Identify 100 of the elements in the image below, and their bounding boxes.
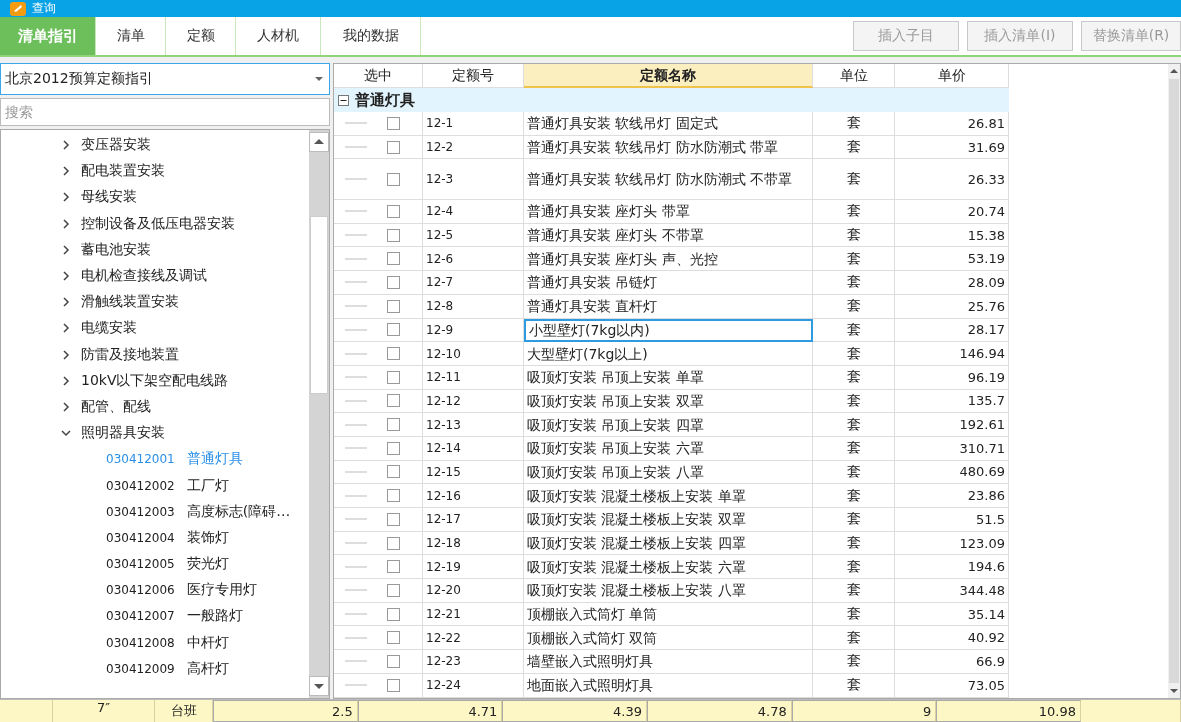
- library-dropdown[interactable]: 北京2012预算定额指引: [0, 63, 330, 95]
- checkbox[interactable]: [387, 512, 400, 526]
- tree-item[interactable]: 030412002 工厂灯: [1, 472, 309, 499]
- checkbox[interactable]: [387, 418, 400, 432]
- checkbox[interactable]: [387, 654, 400, 668]
- table-cell: 顶棚嵌入式筒灯 单筒: [524, 602, 813, 627]
- table-cell: 51.5: [895, 508, 1009, 532]
- checkbox[interactable]: [387, 116, 400, 130]
- group-row[interactable]: 普通灯具: [334, 88, 1009, 112]
- tree-line: [345, 470, 367, 473]
- checkbox[interactable]: [387, 323, 400, 337]
- scroll-down-icon[interactable]: [1169, 686, 1179, 696]
- checkbox[interactable]: [387, 631, 400, 645]
- checkbox[interactable]: [387, 560, 400, 574]
- chevron-right-icon: [61, 375, 71, 386]
- tree-label: 防雷及接地装置: [81, 345, 179, 364]
- table-cell: 12-18: [423, 531, 524, 556]
- tree-item[interactable]: 母线安装: [1, 184, 309, 211]
- table-cell: 28.17: [895, 318, 1009, 343]
- tree-item[interactable]: 030412001 普通灯具: [1, 446, 309, 473]
- scroll-up-icon[interactable]: [309, 132, 329, 152]
- column-header[interactable]: 定额名称: [524, 64, 813, 88]
- table-cell: 套: [813, 365, 895, 390]
- status-cell: 4.78: [647, 700, 792, 722]
- collapse-icon[interactable]: [338, 94, 349, 106]
- tree-item[interactable]: 030412005 荧光灯: [1, 551, 309, 578]
- table-cell: 12-23: [423, 650, 524, 674]
- checkbox[interactable]: [387, 465, 400, 479]
- checkbox[interactable]: [387, 489, 400, 503]
- scroll-thumb[interactable]: [310, 216, 328, 394]
- tree-item[interactable]: 蓄电池安装: [1, 236, 309, 263]
- table-cell: 12-16: [423, 484, 524, 508]
- checkbox[interactable]: [387, 347, 400, 361]
- checkbox[interactable]: [387, 140, 400, 154]
- table-cell: 12-22: [423, 626, 524, 651]
- checkbox[interactable]: [387, 252, 400, 266]
- table-cell: 套: [813, 159, 895, 201]
- item-code: 030412007: [106, 609, 175, 624]
- checkbox[interactable]: [387, 536, 400, 550]
- tree-item[interactable]: 滑触线装置安装: [1, 289, 309, 316]
- group-label: 普通灯具: [355, 90, 415, 110]
- table-cell: 480.69: [895, 460, 1009, 485]
- tree-label: 蓄电池安装: [81, 240, 151, 259]
- tree-item[interactable]: 030412004 装饰灯: [1, 524, 309, 551]
- checkbox[interactable]: [387, 204, 400, 218]
- table-cell: 310.71: [895, 436, 1009, 461]
- table-cell: 套: [813, 650, 895, 674]
- tree-item[interactable]: 照明器具安装: [1, 420, 309, 447]
- tree-item[interactable]: 电缆安装: [1, 315, 309, 342]
- chevron-right-icon: [61, 323, 71, 334]
- tree-item[interactable]: 控制设备及低压电器安装: [1, 210, 309, 237]
- checkbox[interactable]: [387, 299, 400, 313]
- table-cell: 12-6: [423, 247, 524, 272]
- item-code: 030412006: [106, 583, 175, 598]
- scrollbar[interactable]: [1168, 64, 1180, 698]
- search-field[interactable]: 搜索: [0, 98, 330, 126]
- tree-label: 配管、配线: [81, 397, 151, 416]
- status-cell: 4.39: [502, 700, 647, 722]
- checkbox[interactable]: [387, 370, 400, 384]
- tree-line: [345, 518, 367, 521]
- scroll-up-icon[interactable]: [1169, 66, 1179, 76]
- checkbox[interactable]: [387, 583, 400, 597]
- table-cell: 96.19: [895, 365, 1009, 390]
- chevron-right-icon: [61, 166, 71, 177]
- table-cell: 12-2: [423, 135, 524, 160]
- checkbox[interactable]: [387, 678, 400, 692]
- checkbox[interactable]: [387, 441, 400, 455]
- tree-item[interactable]: 030412003 高度标志(障碍…: [1, 498, 309, 525]
- tree-item[interactable]: 配管、配线: [1, 393, 309, 421]
- checkbox[interactable]: [387, 275, 400, 289]
- chevron-right-icon: [61, 271, 71, 282]
- tree-item[interactable]: 配电装置安装: [1, 158, 309, 185]
- table-cell: 12-5: [423, 223, 524, 248]
- tree-line: [345, 328, 367, 331]
- table-cell: 12-11: [423, 365, 524, 390]
- tree-label: 电机检查接线及调试: [81, 267, 207, 286]
- tree-item[interactable]: 变压器安装: [1, 132, 309, 159]
- tree-item[interactable]: 030412009 高杆灯: [1, 655, 309, 682]
- tree-item[interactable]: 030412008 中杆灯: [1, 629, 309, 656]
- scrollbar[interactable]: [309, 130, 329, 698]
- checkbox[interactable]: [387, 172, 400, 186]
- scroll-down-icon[interactable]: [309, 676, 329, 696]
- tree-label: 高度标志(障碍…: [186, 502, 291, 521]
- tree-item[interactable]: 030412006 医疗专用灯: [1, 577, 309, 604]
- tree-item[interactable]: 防雷及接地装置: [1, 341, 309, 368]
- checkbox[interactable]: [387, 607, 400, 621]
- table-cell: 普通灯具安装 软线吊灯 固定式: [524, 112, 813, 136]
- status-cell: 10.98: [936, 700, 1082, 722]
- checkbox[interactable]: [387, 228, 400, 242]
- checkbox[interactable]: [387, 394, 400, 408]
- tree-label: 普通灯具: [186, 450, 243, 469]
- table-cell: 套: [813, 436, 895, 461]
- table-cell: 吸顶灯安装 混凝土楼板上安装 六罩: [524, 555, 813, 580]
- table-cell: 12-10: [423, 342, 524, 366]
- tree-item[interactable]: 10kV以下架空配电线路: [1, 367, 309, 394]
- table-cell: 套: [813, 112, 895, 136]
- tree-item[interactable]: 电机检查接线及调试: [1, 262, 309, 290]
- tree-item[interactable]: 030412007 一般路灯: [1, 603, 309, 630]
- item-code: 030412005: [106, 557, 175, 572]
- status-cell: 9: [791, 700, 937, 722]
